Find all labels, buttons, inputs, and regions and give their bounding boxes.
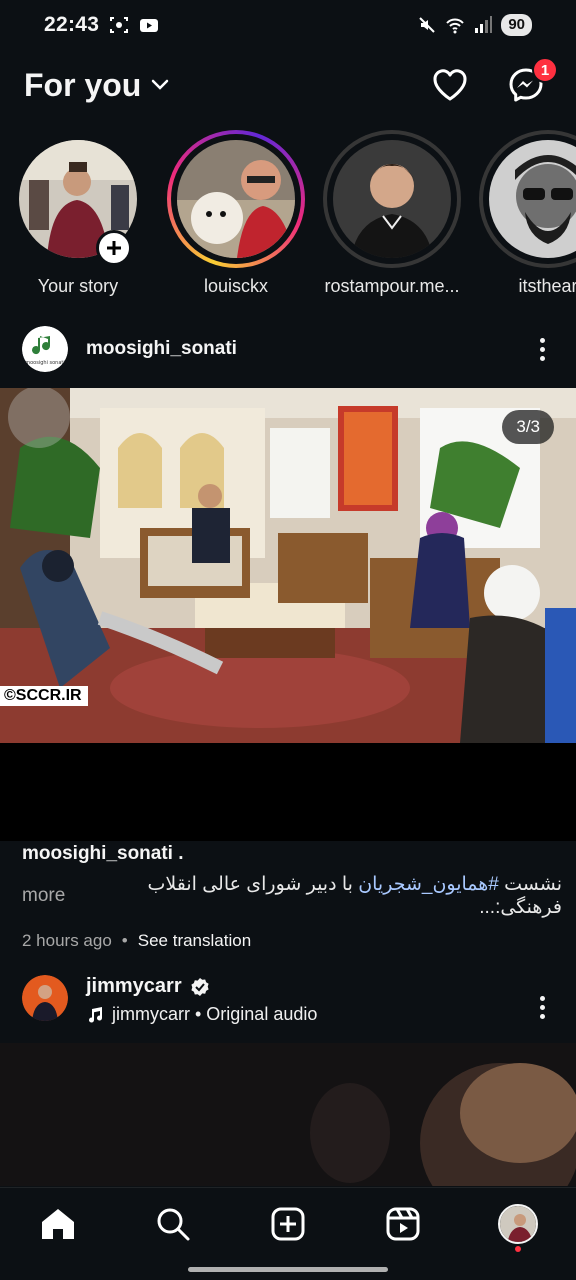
moosighi-logo: moosighi sonati — [22, 326, 68, 372]
dot — [539, 995, 545, 1001]
post-avatar[interactable]: moosighi sonati — [22, 326, 68, 372]
story-ring — [167, 130, 305, 268]
story-louisckx[interactable]: louisckx — [166, 130, 306, 297]
post-username[interactable]: jimmycarr — [86, 975, 182, 998]
plus-icon — [107, 241, 121, 255]
status-right: 90 — [417, 14, 532, 36]
signal-icon — [475, 16, 493, 33]
dot — [539, 1004, 545, 1010]
nav-profile[interactable] — [488, 1202, 548, 1252]
audio-label: jimmycarr • Original audio — [112, 1004, 318, 1024]
story-your-story[interactable]: Your story — [8, 130, 148, 297]
avatar — [489, 140, 576, 258]
profile-notification-dot — [515, 1246, 522, 1252]
dot — [539, 1013, 545, 1019]
wifi-icon — [446, 18, 465, 34]
post-meta: 2 hours ago • See translation — [22, 931, 562, 951]
create-icon — [271, 1207, 305, 1241]
music-note-icon — [89, 1006, 103, 1023]
story-label: rostampour.me... — [324, 276, 460, 296]
battery-indicator: 90 — [501, 14, 532, 36]
post2-name-row: jimmycarr — [86, 975, 317, 998]
story-ring-inner — [171, 134, 301, 264]
dot — [539, 337, 545, 343]
reels-icon — [386, 1207, 420, 1241]
notifications-button[interactable] — [430, 65, 470, 105]
post-more-button[interactable] — [532, 989, 552, 1025]
caption-text: نشست #همایون_شجریان با دبیر شورای عالی ا… — [65, 873, 562, 919]
itsthear-photo — [489, 140, 576, 258]
avatar-logo-text: moosighi sonati — [25, 360, 65, 366]
avatar — [498, 1204, 539, 1244]
caption-hashtag[interactable]: #همایون_شجریان — [358, 874, 499, 895]
post-time: 2 hours ago — [22, 931, 112, 950]
post-caption: moosighi_sonati . more نشست #همایون_شجری… — [22, 843, 562, 951]
post-audio[interactable]: jimmycarr • Original audio — [86, 1004, 317, 1025]
status-bar: 22:43 90 — [0, 0, 576, 50]
post-media[interactable] — [0, 1043, 576, 1186]
media-tag-button[interactable] — [8, 388, 70, 448]
nav-home[interactable] — [28, 1202, 88, 1246]
post-media[interactable]: 3/3 ©SCCR.IR — [0, 388, 576, 743]
add-story-button[interactable] — [96, 230, 132, 266]
story-label: itsthear — [518, 276, 576, 296]
caption-more-link[interactable]: more — [22, 885, 65, 907]
story-itsthear[interactable]: itsthear — [478, 130, 576, 297]
caption-line: more نشست #همایون_شجریان با دبیر شورای ع… — [22, 873, 562, 919]
dot — [539, 355, 545, 361]
feed-selector[interactable]: For you — [24, 67, 169, 104]
avatar — [177, 140, 295, 258]
search-icon — [157, 1208, 190, 1241]
see-translation-link[interactable]: See translation — [138, 931, 251, 951]
louisckx-photo — [177, 140, 295, 258]
post-username[interactable]: moosighi_sonati — [86, 338, 237, 360]
profile-photo — [500, 1206, 537, 1242]
header-actions: 1 — [430, 57, 558, 105]
story-rostampour[interactable]: rostampour.me... — [322, 130, 462, 297]
media-counter: 3/3 — [502, 410, 554, 444]
post2-text: jimmycarr jimmycarr • Original audio — [86, 975, 317, 1025]
post2-photo — [0, 1043, 576, 1186]
nav-create[interactable] — [258, 1202, 318, 1246]
story-ring-inner — [483, 134, 576, 264]
rostampour-photo — [333, 140, 451, 258]
home-indicator[interactable] — [188, 1267, 388, 1272]
post-avatar[interactable] — [22, 975, 68, 1021]
caption-username[interactable]: moosighi_sonati . — [22, 843, 562, 865]
mute-icon — [419, 17, 436, 33]
screenshot-icon — [110, 17, 129, 33]
dot — [539, 346, 545, 352]
status-left: 22:43 — [44, 13, 159, 37]
chevron-down-icon — [152, 79, 169, 90]
media-letterbox — [0, 743, 576, 841]
verified-badge-icon — [191, 977, 209, 996]
nav-reels[interactable] — [373, 1202, 433, 1246]
story-ring-inner — [327, 134, 457, 264]
jimmycarr-avatar — [22, 975, 68, 1021]
watermark: ©SCCR.IR — [0, 686, 88, 706]
story-ring — [323, 130, 461, 268]
app-header: For you 1 — [0, 55, 576, 115]
post-header: jimmycarr jimmycarr • Original audio — [0, 975, 576, 1041]
caption-text-start: نشست — [498, 874, 562, 895]
story-label: louisckx — [203, 276, 269, 296]
home-icon — [41, 1209, 74, 1239]
story-label: Your story — [37, 276, 119, 296]
heart-icon — [433, 69, 467, 101]
messenger-badge: 1 — [532, 57, 558, 83]
youtube-icon — [140, 19, 159, 32]
post-header: moosighi sonati moosighi_sonati — [0, 317, 576, 381]
status-time: 22:43 — [44, 13, 100, 36]
avatar — [333, 140, 451, 258]
stories-tray: Your story louisckx rostampour.me... its… — [0, 130, 576, 305]
messenger-button[interactable]: 1 — [506, 57, 558, 105]
story-ring — [479, 130, 576, 268]
separator-dot: • — [121, 931, 128, 950]
nav-search[interactable] — [143, 1202, 203, 1246]
feed-title: For you — [24, 66, 142, 103]
post-more-button[interactable] — [532, 331, 552, 367]
